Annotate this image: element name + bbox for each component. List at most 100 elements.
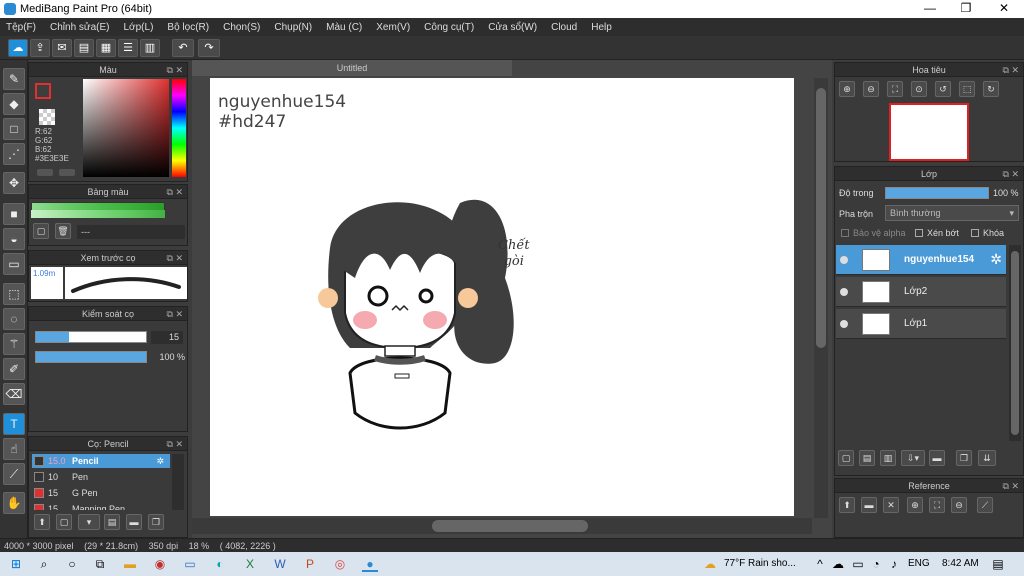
brush-folder-icon[interactable]: ▬ <box>126 514 142 530</box>
layer-scroll-thumb[interactable] <box>1011 251 1019 435</box>
menu-color[interactable]: Màu (C) <box>326 22 362 33</box>
vertical-scroll-thumb[interactable] <box>816 88 826 348</box>
background-color-swatch[interactable] <box>39 109 55 125</box>
menu-view[interactable]: Xem(V) <box>376 22 410 33</box>
powerpoint-icon[interactable]: P <box>302 556 318 572</box>
comment-icon[interactable]: ✉ <box>52 39 72 57</box>
layer-row-layer1[interactable]: Lớp1 <box>836 309 1006 339</box>
cloud-tray-icon[interactable]: ☁ <box>830 556 846 572</box>
swap-color-button[interactable] <box>59 169 75 176</box>
weather-text[interactable]: 77°F Rain sho... <box>724 558 796 569</box>
reference-close-icon[interactable]: ✕ <box>883 497 899 513</box>
new-halftone-layer-icon[interactable]: ▤ <box>859 450 875 466</box>
brush-menu-icon[interactable]: ▾ <box>78 514 100 530</box>
panel-close-icon[interactable]: ⧉ ✕ <box>1003 167 1019 181</box>
excel-icon[interactable]: X <box>242 556 258 572</box>
panel-close-icon[interactable]: ⧉ ✕ <box>167 251 183 265</box>
menu-select[interactable]: Chọn(S) <box>223 22 260 33</box>
layer-scrollbar[interactable] <box>1009 245 1021 441</box>
reference-eyedropper-icon[interactable]: ⟋ <box>977 497 993 513</box>
layer-folder-icon[interactable]: ▬ <box>929 450 945 466</box>
rotate-right-icon[interactable]: ↻ <box>983 81 999 97</box>
lasso-tool-icon[interactable]: ◌ <box>3 308 25 330</box>
layer-row-nguyenhue154[interactable]: nguyenhue154 ✲ <box>836 245 1006 275</box>
flip-icon[interactable]: ⬚ <box>959 81 975 97</box>
saturation-picker[interactable] <box>83 79 169 177</box>
zoom-out-icon[interactable]: ⊖ <box>863 81 879 97</box>
layer-add-menu-icon[interactable]: ⇩▾ <box>901 450 925 466</box>
search-icon[interactable]: ⌕ <box>36 556 52 572</box>
wifi-icon[interactable]: ◔ <box>868 556 884 572</box>
brush-opacity-slider[interactable] <box>35 351 147 363</box>
volume-icon[interactable]: ♪ <box>886 556 902 572</box>
menu-cloud[interactable]: Cloud <box>551 22 577 33</box>
clipping-checkbox[interactable] <box>915 229 923 237</box>
chrome-icon[interactable]: ◎ <box>332 556 348 572</box>
grid-icon[interactable]: ▥ <box>140 39 160 57</box>
zoom-in-icon[interactable]: ⊕ <box>839 81 855 97</box>
hue-slider[interactable] <box>172 79 186 177</box>
document-tab[interactable]: Untitled <box>192 60 512 76</box>
palette-swatches-row2[interactable] <box>31 210 165 218</box>
brush-tool-icon[interactable]: ✎ <box>3 68 25 90</box>
menu-file[interactable]: Tệp(F) <box>6 22 36 33</box>
canvas-horizontal-scrollbar[interactable] <box>192 518 812 534</box>
eraser-tool-icon[interactable]: ◆ <box>3 93 25 115</box>
magic-wand-tool-icon[interactable]: ⚚ <box>3 333 25 355</box>
reference-cloud-icon[interactable]: ⬆ <box>839 497 855 513</box>
panel-close-icon[interactable]: ⧉ ✕ <box>1003 63 1019 77</box>
select-pen-tool-icon[interactable]: ✐ <box>3 358 25 380</box>
panel-close-icon[interactable]: ⧉ ✕ <box>167 185 183 199</box>
foreground-color-swatch[interactable] <box>35 83 51 99</box>
new-8bit-layer-icon[interactable]: ▥ <box>880 450 896 466</box>
text-tool-icon[interactable]: T <box>3 413 25 435</box>
lock-checkbox[interactable] <box>971 229 979 237</box>
rotate-left-icon[interactable]: ↺ <box>935 81 951 97</box>
menu-window[interactable]: Cửa sổ(W) <box>488 22 537 33</box>
panel-close-icon[interactable]: ⧉ ✕ <box>167 307 183 321</box>
panel-close-icon[interactable]: ⧉ ✕ <box>1003 479 1019 493</box>
menu-filter[interactable]: Bộ lọc(R) <box>167 22 209 33</box>
eye-icon[interactable] <box>840 288 848 296</box>
move-tool-icon[interactable]: ✥ <box>3 172 25 194</box>
eyedropper-tool-icon[interactable]: ⟋ <box>3 463 25 485</box>
app-red-icon[interactable]: ◉ <box>152 556 168 572</box>
operation-tool-icon[interactable]: ☝ <box>3 438 25 460</box>
gradient-tool-icon[interactable]: ▭ <box>3 253 25 275</box>
brush-item-pen[interactable]: 10 Pen <box>32 470 170 484</box>
panel-close-icon[interactable]: ⧉ ✕ <box>167 63 183 77</box>
select-rect-tool-icon[interactable]: ⬚ <box>3 283 25 305</box>
fit-icon[interactable]: ⛶ <box>887 81 903 97</box>
brush-size-value[interactable]: 15 <box>151 331 183 344</box>
new-layer-icon[interactable]: ▢ <box>838 450 854 466</box>
eye-icon[interactable] <box>840 256 848 264</box>
notification-icon[interactable]: ▤ <box>990 556 1006 572</box>
task-view-icon[interactable]: ⧉ <box>92 556 108 572</box>
new-palette-icon[interactable]: ▢ <box>33 223 49 239</box>
bucket-tool-icon[interactable]: ◒ <box>3 228 25 250</box>
computer-icon[interactable]: ▭ <box>182 556 198 572</box>
edge-icon[interactable]: ◐ <box>212 556 228 572</box>
upload-icon[interactable]: ⇪ <box>30 39 50 57</box>
windows-start-icon[interactable]: ⊞ <box>8 556 24 572</box>
rectangle-tool-icon[interactable]: □ <box>3 118 25 140</box>
layer-opacity-slider[interactable] <box>885 187 989 199</box>
duplicate-layer-icon[interactable]: ❐ <box>956 450 972 466</box>
material-icon[interactable]: ▦ <box>96 39 116 57</box>
merge-layer-icon[interactable]: ⇊ <box>978 450 996 466</box>
actual-size-icon[interactable]: ⊙ <box>911 81 927 97</box>
reference-open-icon[interactable]: ▬ <box>861 497 877 513</box>
menu-layer[interactable]: Lớp(L) <box>124 22 154 33</box>
redo-icon[interactable]: ↷ <box>198 39 220 57</box>
reference-fit-icon[interactable]: ⛶ <box>929 497 945 513</box>
horizontal-scroll-thumb[interactable] <box>432 520 588 532</box>
list-icon[interactable]: ☰ <box>118 39 138 57</box>
medibang-taskbar-icon[interactable]: ● <box>362 556 378 572</box>
panel-close-icon[interactable]: ⧉ ✕ <box>167 437 183 451</box>
menu-edit[interactable]: Chỉnh sửa(E) <box>50 22 110 33</box>
brush-copy-icon[interactable]: ▤ <box>104 514 120 530</box>
brush-duplicate-icon[interactable]: ❐ <box>148 514 164 530</box>
brush-size-slider[interactable] <box>35 331 147 343</box>
close-button[interactable]: ✕ <box>986 0 1022 18</box>
chat-icon[interactable]: ▤ <box>74 39 94 57</box>
